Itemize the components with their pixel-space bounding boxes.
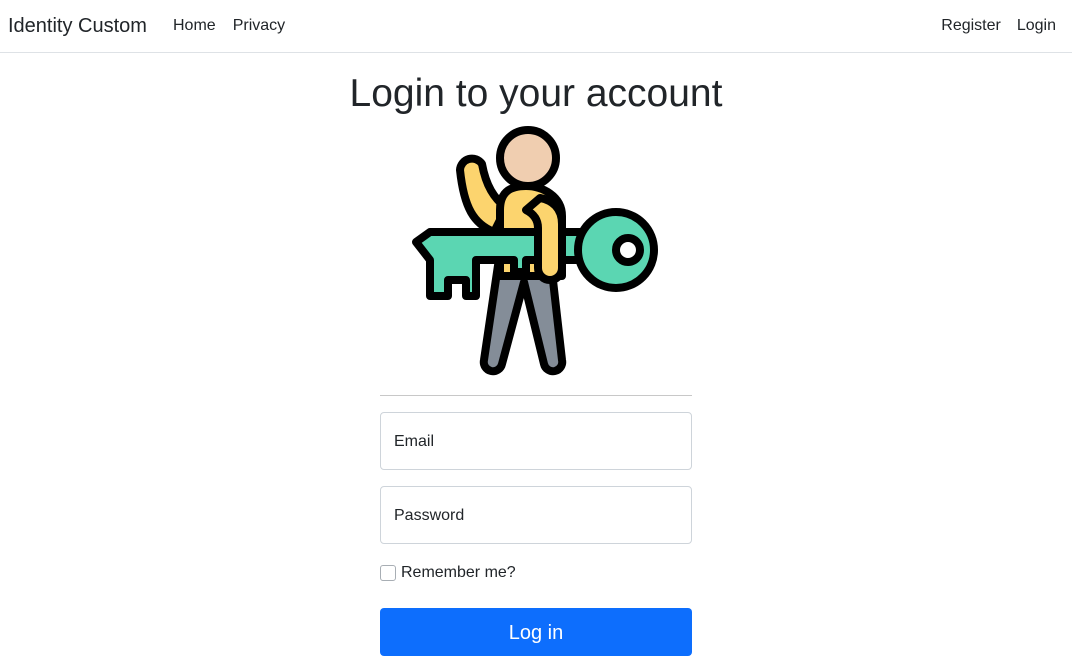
remember-me-checkbox[interactable] bbox=[380, 565, 396, 581]
divider bbox=[380, 395, 692, 396]
nav-register-link[interactable]: Register bbox=[941, 16, 1001, 36]
brand-link[interactable]: Identity Custom bbox=[8, 14, 147, 38]
nav-home-link[interactable]: Home bbox=[173, 16, 216, 36]
person-holding-key-icon bbox=[412, 126, 658, 376]
login-button[interactable]: Log in bbox=[380, 608, 692, 656]
email-input[interactable] bbox=[381, 413, 691, 469]
page-title: Login to your account bbox=[349, 72, 723, 115]
remember-me-label[interactable]: Remember me? bbox=[401, 563, 516, 583]
remember-me: Remember me? bbox=[380, 563, 516, 583]
key-hole bbox=[612, 234, 644, 266]
nav-left: Home Privacy bbox=[173, 16, 285, 36]
password-field[interactable]: Password bbox=[380, 486, 692, 544]
head bbox=[496, 126, 560, 190]
nav-privacy-link[interactable]: Privacy bbox=[233, 16, 285, 36]
email-field[interactable]: Email bbox=[380, 412, 692, 470]
password-input[interactable] bbox=[381, 487, 691, 543]
navbar: Identity Custom Home Privacy Register Lo… bbox=[0, 0, 1072, 53]
nav-right: Register Login bbox=[941, 16, 1056, 36]
nav-login-link[interactable]: Login bbox=[1017, 16, 1056, 36]
